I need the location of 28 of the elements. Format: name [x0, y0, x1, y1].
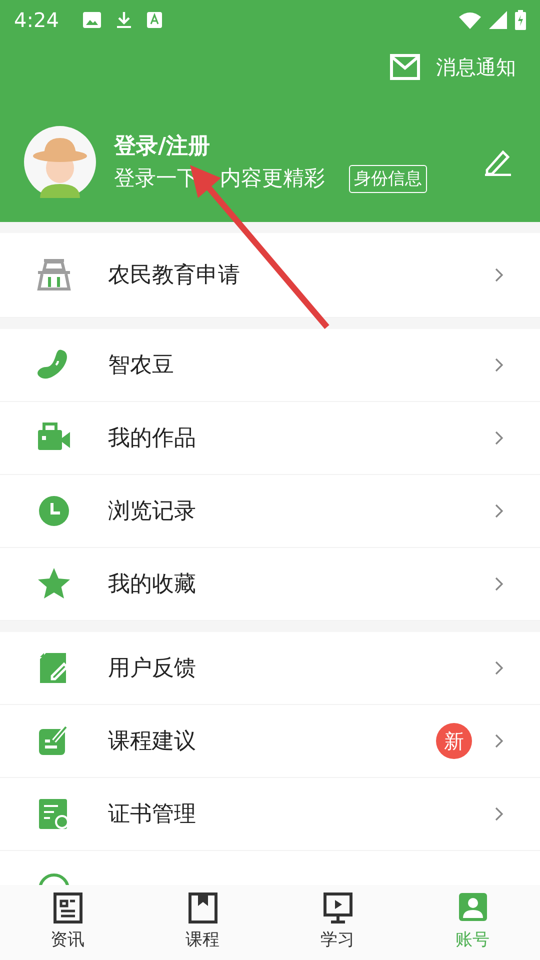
download-icon — [116, 11, 131, 29]
signal-icon — [489, 11, 507, 29]
chevron-right-icon — [494, 358, 504, 372]
wifi-icon — [459, 12, 481, 28]
text-icon — [146, 12, 162, 28]
bookmark-book-icon — [188, 892, 218, 924]
tab-button[interactable]: 学习 — [270, 892, 405, 954]
chevron-right-icon — [494, 661, 504, 675]
status-time: 4:24 — [14, 7, 59, 34]
tab-button[interactable]: 资讯 — [0, 892, 135, 954]
battery-icon — [515, 10, 526, 30]
chevron-right-icon — [494, 734, 504, 748]
mail-icon — [390, 54, 420, 80]
person-icon — [458, 892, 488, 924]
new-badge: 新 — [436, 723, 472, 759]
subtitle-text: 内容更精彩 — [220, 164, 325, 192]
clock-icon — [36, 493, 72, 529]
tab-button[interactable]: 课程 — [135, 892, 270, 954]
news-icon — [52, 892, 82, 924]
chevron-right-icon — [494, 431, 504, 445]
farmer-hat-icon — [36, 257, 72, 293]
edit-icon — [484, 148, 512, 176]
image-icon — [82, 12, 101, 28]
play-screen-icon — [322, 892, 352, 924]
chevron-right-icon — [494, 807, 504, 821]
chevron-right-icon — [494, 577, 504, 591]
chevron-right-icon — [494, 504, 504, 518]
chevron-right-icon — [494, 268, 504, 282]
